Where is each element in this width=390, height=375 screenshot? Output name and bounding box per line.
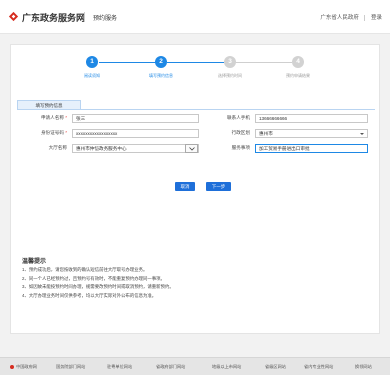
step-4: 4 预约申请结果: [263, 56, 333, 79]
applicant-name-label-text: 申请人名称: [40, 115, 64, 120]
footer-link-districts[interactable]: 省级区网站: [265, 364, 286, 370]
tip-item: 1、预约成功后，请您按收到的确认短信前往大厅取号办理业务。: [22, 267, 148, 272]
step-2: 2 填写预约信息: [126, 56, 196, 79]
footer-link-units[interactable]: 驻粤单位网站: [107, 364, 132, 370]
step-2-number: 2: [155, 56, 167, 68]
step-1-number: 1: [86, 56, 98, 68]
guangdong-logo-icon: [8, 11, 19, 22]
step-4-number: 4: [292, 56, 304, 68]
login-link[interactable]: 登录: [371, 13, 382, 21]
id-number-label-text: 身份证号码: [40, 130, 64, 135]
footer-link-provincial-depts[interactable]: 省政府部门网站: [156, 364, 185, 370]
step-1: 1 阅读须知: [57, 56, 127, 79]
hall-name-select[interactable]: 惠州市仲恺政务服务中心: [72, 144, 199, 153]
applicant-name-input[interactable]: 张三: [72, 114, 199, 123]
site-brand[interactable]: 广东政务服务网: [22, 11, 85, 24]
required-mark: *: [63, 130, 67, 135]
footer-link-exchange[interactable]: 换领网站: [355, 364, 372, 370]
district-label: 行政区划: [231, 130, 250, 135]
tips-title: 温馨提示: [22, 259, 47, 265]
tip-item: 3、如因故未能按预约时间办理，规需要改预约时间或取消预约，请重新预约。: [22, 284, 174, 290]
required-mark: *: [63, 115, 67, 120]
district-select[interactable]: 惠州市: [255, 129, 368, 138]
footer-link-professional[interactable]: 省内专业性网站: [304, 364, 333, 370]
tips-list: 1、预约成功后，请您按收到的确认短信前往大厅取号办理业务。 2、同一个人已经预约…: [22, 266, 174, 300]
cancel-button[interactable]: 取消: [175, 182, 195, 191]
applicant-name-label: 申请人名称 *: [13, 115, 67, 121]
tip-item: 4、大厅办理业务时间仅供参考，均以大厅实际对外公布的信息为准。: [22, 292, 157, 298]
footer-link-gov-text: 中国政府网: [16, 364, 37, 369]
section-title: 预约服务: [93, 16, 118, 22]
step-2-label: 填写预约信息: [149, 73, 173, 78]
hall-name-label: 大厅名称: [48, 145, 67, 150]
top-header: 广东政务服务网 预约服务 广东省人民政府 登录: [0, 0, 390, 34]
step-3-number: 3: [224, 56, 236, 68]
contact-phone-label: 联系人手机: [227, 115, 250, 120]
step-3: 3 选择预约时间: [195, 56, 265, 79]
service-item-label: 服务事项: [231, 145, 250, 150]
step-4-label: 预约申请结果: [286, 73, 310, 78]
footer-link-cities[interactable]: 地级以上市网站: [212, 364, 241, 370]
dropdown-arrow-icon: [360, 133, 364, 135]
region-link[interactable]: 广东省人民政府: [320, 13, 359, 21]
footer-link-state-council[interactable]: 国务院部门网站: [56, 364, 85, 370]
footer-links: 中国政府网 国务院部门网站 驻粤单位网站 省政府部门网站 地级以上市网站 省级区…: [0, 357, 390, 375]
next-step-button[interactable]: 下一步: [206, 182, 231, 191]
service-item-input[interactable]: 加工贸易手册进出口审批: [255, 144, 368, 153]
hall-name-value: 惠州市仲恺政务服务中心: [76, 146, 127, 151]
id-number-label: 身份证号码 *: [13, 130, 67, 136]
national-emblem-icon: [10, 364, 14, 369]
id-number-input[interactable]: xxxxxxxxxxxxxxxxxx: [72, 129, 199, 138]
tab-underline: [17, 109, 375, 110]
header-links-divider: [364, 14, 366, 21]
step-3-label: 选择预约时间: [218, 73, 242, 78]
tip-item: 2、同一个人已经预约过，且预约号有效时，不能重复预约办理同一事项。: [22, 275, 165, 281]
contact-phone-input[interactable]: 13666666666: [255, 114, 368, 123]
footer-link-gov[interactable]: 中国政府网: [10, 364, 37, 370]
header-links: 广东省人民政府 登录: [320, 13, 382, 21]
district-value: 惠州市: [259, 131, 273, 136]
header-divider: [84, 12, 85, 22]
step-1-label: 阅读须知: [84, 73, 100, 78]
